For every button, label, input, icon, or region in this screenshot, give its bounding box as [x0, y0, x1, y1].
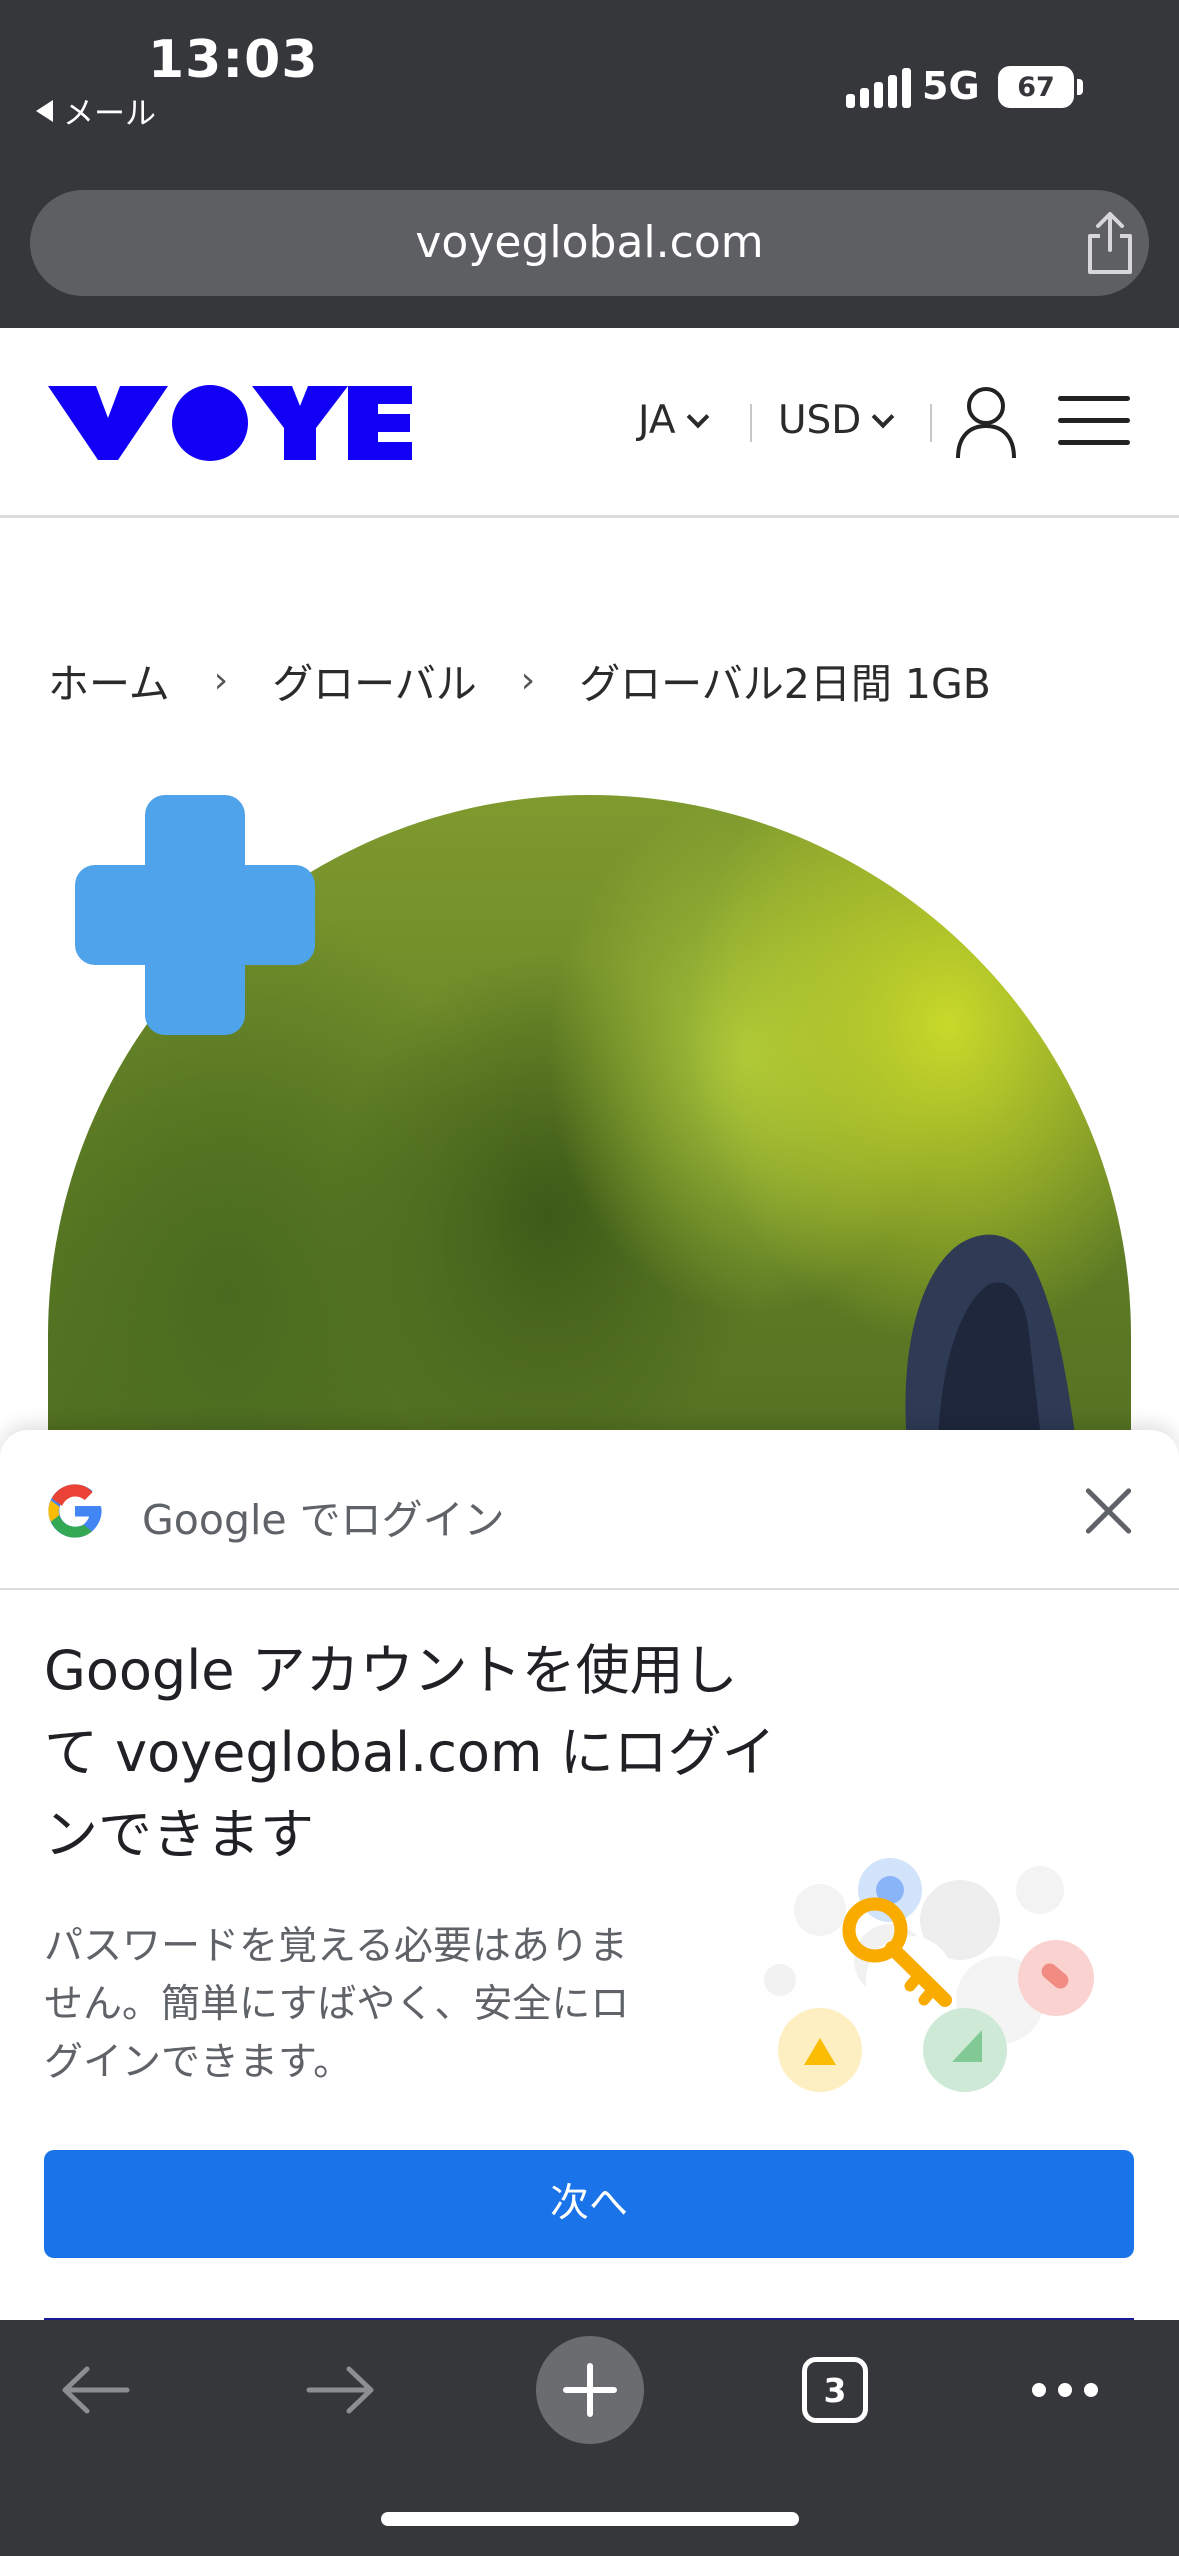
next-button[interactable]: 次へ	[44, 2150, 1134, 2258]
more-button[interactable]	[1020, 2320, 1110, 2460]
statue-figure	[905, 1234, 1078, 1455]
hamburger-menu-icon[interactable]	[1058, 396, 1130, 450]
battery-icon: 67	[998, 66, 1074, 108]
battery-level: 67	[1017, 71, 1055, 103]
site-header: JA USD	[0, 328, 1179, 518]
description-line: グインできます。	[44, 2040, 353, 2085]
divider	[930, 404, 932, 442]
description-line: せん。簡単にすばやく、安全にロ	[44, 1982, 630, 2027]
breadcrumb-global[interactable]: グローバル	[272, 650, 477, 710]
status-bar: 13:03 メール 5G 67 voyeglobal.com	[0, 0, 1179, 328]
arrow-left-icon	[62, 2366, 130, 2414]
user-icon	[956, 387, 1016, 459]
tabs-button[interactable]: 3	[790, 2320, 880, 2460]
plus-icon	[536, 2336, 644, 2444]
back-to-app-link[interactable]: メール	[36, 88, 156, 133]
breadcrumb-home[interactable]: ホーム	[48, 650, 170, 710]
battery-tip	[1077, 79, 1083, 95]
breadcrumb-current: グローバル2日間 1GB	[579, 660, 991, 708]
breadcrumb: ホーム › グローバル › グローバル2日間 1GB	[48, 650, 991, 710]
headline-line: Google アカウントを使用し	[44, 1639, 738, 1702]
chevron-down-icon	[686, 405, 709, 428]
back-app-label: メール	[63, 96, 156, 132]
new-tab-button[interactable]	[535, 2320, 645, 2460]
divider	[750, 404, 752, 442]
language-selector[interactable]: JA	[638, 398, 709, 443]
currency-value: USD	[778, 398, 862, 443]
tab-count: 3	[802, 2357, 868, 2423]
voye-logo[interactable]	[48, 382, 418, 468]
back-triangle-icon	[36, 99, 53, 122]
url-text[interactable]: voyeglobal.com	[30, 190, 1149, 296]
arrow-right-icon	[306, 2366, 374, 2414]
chevron-down-icon	[872, 405, 895, 428]
google-signin-sheet: Google でログイン Google アカウントを使用し て voyeglob…	[0, 1430, 1179, 2320]
google-g-icon	[48, 1484, 102, 1538]
signin-title: Google でログイン	[142, 1496, 505, 1544]
back-button[interactable]	[50, 2320, 140, 2460]
share-button[interactable]	[1078, 208, 1142, 278]
more-dots-icon	[1032, 2383, 1098, 2397]
description-line: パスワードを覚える必要はありま	[44, 1924, 628, 1969]
share-icon	[1088, 212, 1132, 274]
network-type: 5G	[922, 64, 980, 108]
close-button[interactable]	[1082, 1484, 1136, 1538]
passkey-illustration	[764, 1858, 1094, 2092]
headline-line: て voyeglobal.com にログイ	[44, 1721, 776, 1784]
address-bar[interactable]: voyeglobal.com	[30, 190, 1149, 296]
account-button[interactable]	[954, 384, 1018, 464]
currency-selector[interactable]: USD	[778, 398, 895, 443]
signin-sheet-header: Google でログイン	[0, 1430, 1179, 1590]
plus-badge-icon	[75, 795, 315, 1035]
language-value: JA	[638, 398, 676, 443]
breadcrumb-separator-icon: ›	[213, 659, 229, 701]
signin-headline: Google アカウントを使用し て voyeglobal.com にログイ ン…	[44, 1630, 824, 1876]
forward-button[interactable]	[296, 2320, 386, 2460]
home-indicator[interactable]	[381, 2512, 799, 2526]
signin-description: パスワードを覚える必要はありま せん。簡単にすばやく、安全にロ グインできます。	[44, 1918, 704, 2092]
headline-line: ンできます	[44, 1803, 314, 1866]
breadcrumb-separator-icon: ›	[520, 659, 536, 701]
signal-strength-icon	[846, 68, 911, 108]
status-time: 13:03	[148, 30, 319, 90]
